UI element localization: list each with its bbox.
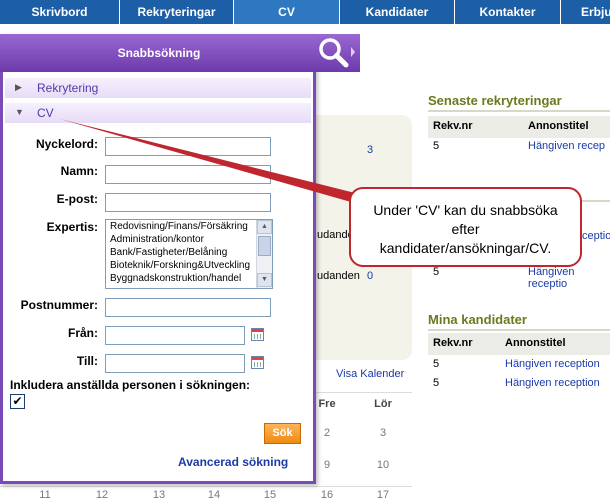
callout-line-1: Under 'CV' kan du snabbsöka [373,202,558,218]
recruitment-link[interactable]: ceptio [582,230,610,242]
postcode-label: Postnummer: [20,298,98,312]
column-header: Rekv.nr [433,337,473,349]
my-candidates-title: Mina kandidater [428,312,610,331]
accordion-label: Rekrytering [37,81,99,95]
name-input[interactable] [105,165,271,184]
expertise-listbox[interactable]: Redovisning/Finans/Försäkring Administra… [105,219,273,289]
list-option[interactable]: Bioteknik/Forskning&Utveckling [106,259,256,272]
table-cell: 5 [433,140,440,152]
search-icon[interactable] [316,35,356,71]
table-cell: 5 [433,377,440,389]
recruitment-link[interactable]: Hängiven recep [528,140,605,152]
from-label: Från: [68,326,98,340]
calendar-day[interactable]: 13 [135,489,183,501]
tab-kandidater[interactable]: Kandidater [340,0,455,24]
to-label: Till: [76,354,98,368]
accordion-cv[interactable]: ▼ CV [5,103,311,123]
tab-cv[interactable]: CV [234,0,340,24]
calendar-icon[interactable] [251,356,264,369]
calendar-day[interactable]: 12 [78,489,126,501]
chevron-right-icon: ▶ [15,82,22,92]
count-link[interactable]: 3 [367,144,373,156]
count-link[interactable]: 0 [367,270,373,282]
table-header: Rekv.nr Annonstitel [428,116,610,138]
list-option[interactable]: Administration/kontor [106,233,256,246]
expertise-label: Expertis: [46,220,98,234]
scroll-down-icon[interactable]: ▼ [257,273,272,287]
accordion-rekrytering[interactable]: ▶ Rekrytering [5,78,311,98]
keyword-input[interactable] [105,137,271,156]
email-input[interactable] [105,193,271,212]
calendar-day[interactable]: 16 [303,489,351,501]
calendar-day[interactable]: 14 [190,489,238,501]
column-header: Annonstitel [505,337,566,349]
accordion-label: CV [37,106,54,120]
quick-search-header: Snabbsökning [0,34,360,72]
callout-line-3: kandidater/ansökningar/CV. [379,240,552,256]
recruitment-link[interactable]: Hängiven receptio [528,266,610,290]
top-navigation: Skrivbord Rekryteringar CV Kandidater Ko… [0,0,610,24]
list-option[interactable]: Byggnadskonstruktion/handel [106,272,256,285]
column-header: Rekv.nr [433,120,473,132]
chevron-down-icon: ▼ [15,107,24,117]
candidate-link[interactable]: Hängiven reception [505,377,600,389]
tab-rekryteringar[interactable]: Rekryteringar [120,0,234,24]
latest-recruitments-title: Senaste rekryteringar [428,93,610,112]
quick-search-title: Snabbsökning [117,46,201,60]
calendar-icon[interactable] [251,328,264,341]
tab-skrivbord[interactable]: Skrivbord [0,0,120,24]
advanced-search-link[interactable]: Avancerad sökning [178,455,288,469]
list-option[interactable]: Redovisning/Finans/Försäkring [106,220,256,233]
scroll-up-icon[interactable]: ▲ [257,220,272,234]
email-label: E-post: [56,192,98,206]
candidate-link[interactable]: Hängiven reception [505,358,600,370]
callout-bubble: Under 'CV' kan du snabbsöka efter kandid… [349,187,582,267]
calendar-day[interactable]: 10 [359,459,407,471]
calendar-day[interactable]: 15 [246,489,294,501]
search-button[interactable]: Sök [264,423,301,444]
partial-text: udanden [317,270,360,282]
calendar-divider [0,486,412,487]
from-date-input[interactable] [105,326,245,345]
table-cell: 5 [433,266,440,278]
column-header: Annonstitel [528,120,589,132]
include-employed-checkbox[interactable]: ✔ [10,394,25,409]
listbox-scrollbar[interactable]: ▲ ▼ [256,220,272,288]
table-cell: 5 [433,358,440,370]
calendar-day[interactable]: 11 [21,489,69,501]
scroll-thumb[interactable] [258,236,271,256]
calendar-day[interactable]: 17 [359,489,407,501]
calendar-day[interactable]: 3 [359,427,407,439]
keyword-label: Nyckelord: [35,137,98,151]
to-date-input[interactable] [105,354,245,373]
name-label: Namn: [60,164,98,178]
show-calendar-link[interactable]: Visa Kalender [336,368,404,380]
table-header: Rekv.nr Annonstitel [428,333,610,355]
callout-line-2: efter [451,221,480,237]
postcode-input[interactable] [105,298,271,317]
list-option[interactable]: Bank/Fastigheter/Belåning [106,246,256,259]
tab-kontakter[interactable]: Kontakter [455,0,561,24]
include-employed-label: Inkludera anställda personen i sökningen… [10,378,251,392]
tab-erbjudanden[interactable]: Erbju [561,0,610,24]
calendar-header-sat: Lör [374,398,392,410]
